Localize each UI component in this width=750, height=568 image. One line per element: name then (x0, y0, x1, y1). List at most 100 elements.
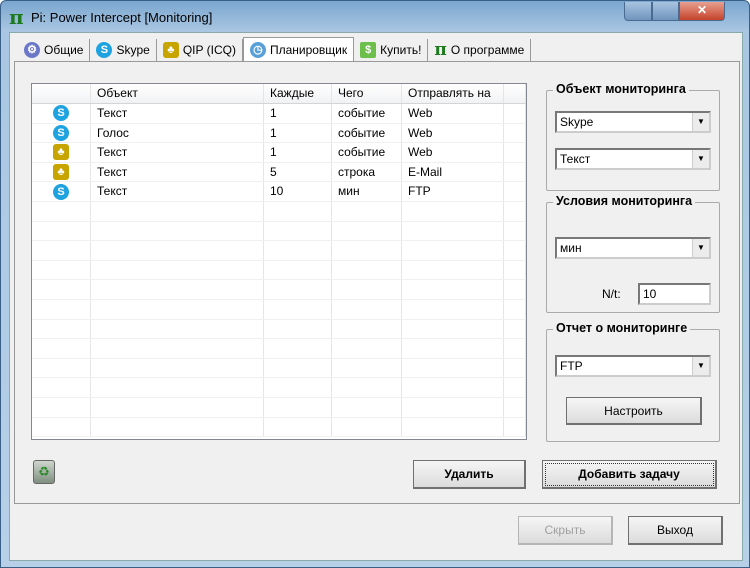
cell-object: Текст (91, 104, 264, 123)
empty-cell (264, 241, 332, 260)
empty-cell (91, 358, 264, 378)
n-label: N/t: (602, 287, 621, 301)
empty-cell (32, 417, 91, 437)
table-row[interactable] (32, 417, 526, 438)
col-send-to[interactable]: Отправлять на (402, 84, 504, 103)
configure-button[interactable]: Настроить (566, 397, 702, 425)
col-icon[interactable] (32, 84, 91, 103)
table-row[interactable] (32, 241, 526, 261)
empty-cell (332, 221, 402, 241)
tab-skype[interactable]: S Skype (90, 39, 157, 61)
chevron-down-icon[interactable]: ▼ (692, 150, 709, 168)
table-row[interactable] (32, 319, 526, 340)
empty-cell (32, 339, 91, 358)
table-row[interactable] (32, 221, 526, 242)
tab-qip[interactable]: ♣ QIP (ICQ) (157, 39, 243, 61)
cell-every: 1 (264, 143, 332, 162)
chevron-down-icon[interactable]: ▼ (692, 113, 709, 131)
empty-cell (332, 397, 402, 417)
chevron-down-icon[interactable]: ▼ (692, 357, 709, 375)
empty-cell (504, 241, 526, 260)
n-input[interactable]: 10 (638, 283, 711, 305)
empty-cell (402, 260, 504, 280)
gear-icon: ⚙ (24, 42, 40, 58)
close-button[interactable]: ✕ (679, 2, 725, 21)
empty-cell (504, 280, 526, 299)
empty-cell (504, 123, 526, 143)
empty-cell (402, 241, 504, 260)
maximize-button[interactable] (652, 2, 679, 21)
col-filler (504, 84, 526, 103)
client-area: ⚙ Общие S Skype ♣ QIP (ICQ) ◷ Планировщик $ К… (9, 32, 743, 561)
money-icon: $ (360, 42, 377, 58)
empty-cell (504, 162, 526, 182)
tab-buy[interactable]: $ Купить! (354, 39, 429, 61)
table-row[interactable]: ♣ Текст 1 событие Web (32, 143, 526, 163)
empty-cell (504, 299, 526, 319)
app-select[interactable]: Skype ▼ (555, 111, 711, 133)
cell-send-to: FTP (402, 182, 504, 201)
select-value: мин (560, 241, 582, 255)
empty-cell (504, 339, 526, 358)
empty-cell (264, 260, 332, 280)
object-type-select[interactable]: Текст ▼ (555, 148, 711, 170)
empty-cell (332, 319, 402, 339)
empty-cell (402, 280, 504, 299)
monitoring-object-group: Объект мониторинга Skype ▼ Текст ▼ (546, 82, 720, 191)
cell-object: Текст (91, 182, 264, 201)
select-value: FTP (560, 359, 583, 373)
empty-cell (264, 201, 332, 221)
table-row[interactable] (32, 280, 526, 300)
exit-button[interactable]: Выход (628, 516, 723, 545)
tab-label: Купить! (380, 43, 422, 57)
empty-cell (91, 221, 264, 241)
minimize-button[interactable] (624, 2, 652, 21)
table-row[interactable] (32, 260, 526, 281)
col-what[interactable]: Чего (332, 84, 402, 103)
alarm-clock-icon: ◷ (249, 41, 266, 58)
chevron-down-icon[interactable]: ▼ (692, 239, 709, 257)
add-task-button[interactable]: Добавить задачу (542, 460, 717, 489)
tab-label: Планировщик (269, 42, 348, 57)
report-target-select[interactable]: FTP ▼ (555, 355, 711, 377)
hide-button[interactable]: Скрыть (518, 516, 613, 545)
tab-scheduler[interactable]: ◷ Планировщик (242, 37, 355, 61)
main-window: π Pi: Power Intercept [Monitoring] ✕ ⚙ Об… (0, 0, 750, 568)
table-row[interactable] (32, 299, 526, 320)
table-row[interactable] (32, 378, 526, 398)
table-row[interactable]: S Голос 1 событие Web (32, 123, 526, 144)
cell-object: Текст (91, 162, 264, 182)
tab-about[interactable]: πО программе (428, 39, 532, 61)
tab-general[interactable]: ⚙ Общие (18, 39, 91, 61)
empty-cell (32, 299, 91, 319)
scheduler-panel: Объект Каждые Чего Отправлять на S Текст 1… (14, 61, 740, 504)
empty-cell (504, 397, 526, 417)
empty-cell (264, 417, 332, 437)
table-row[interactable] (32, 358, 526, 379)
col-object[interactable]: Объект (91, 84, 264, 103)
empty-cell (32, 221, 91, 241)
unit-select[interactable]: мин ▼ (555, 237, 711, 259)
cell-what: событие (332, 104, 402, 123)
tab-label: Skype (116, 43, 150, 57)
delete-button[interactable]: Удалить (413, 460, 526, 489)
group-label: Отчет о мониторинге (553, 321, 691, 335)
table-row[interactable] (32, 201, 526, 222)
empty-cell (32, 397, 91, 417)
table-row[interactable]: S Текст 10 мин FTP (32, 182, 526, 202)
recycle-bin-icon[interactable]: ♻ (33, 460, 55, 484)
cell-send-to: E-Mail (402, 162, 504, 182)
cell-icon: ♣ (32, 143, 91, 162)
empty-cell (504, 358, 526, 378)
table-row[interactable] (32, 397, 526, 418)
tasks-table[interactable]: Объект Каждые Чего Отправлять на S Текст 1… (31, 83, 527, 440)
table-row[interactable] (32, 339, 526, 359)
cell-every: 1 (264, 123, 332, 143)
empty-cell (504, 201, 526, 221)
table-row[interactable]: ♣ Текст 5 строка E-Mail (32, 162, 526, 183)
empty-cell (332, 201, 402, 221)
col-every[interactable]: Каждые (264, 84, 332, 103)
empty-cell (504, 378, 526, 397)
qip-icon: ♣ (162, 42, 179, 58)
table-row[interactable]: S Текст 1 событие Web (32, 104, 526, 124)
